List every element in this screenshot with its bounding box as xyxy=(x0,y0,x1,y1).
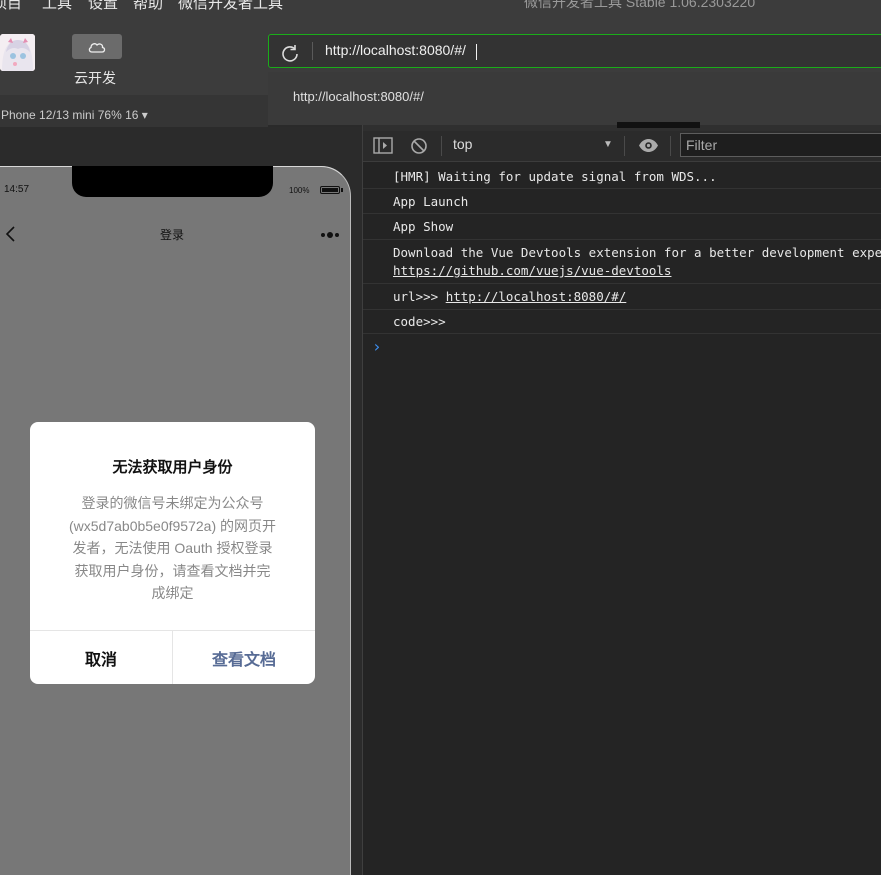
window-title: 微信开发者工具 Stable 1.06.2303220 xyxy=(524,0,756,10)
back-icon[interactable] xyxy=(4,226,18,242)
log-link[interactable]: https://github.com/vuejs/vue-devtools xyxy=(393,263,671,278)
modal-message-line: 登录的微信号未绑定为公众号 xyxy=(81,495,264,511)
toolbar-divider xyxy=(624,136,625,156)
devtools-active-tab[interactable] xyxy=(617,122,700,128)
phone-notch xyxy=(72,166,273,197)
cancel-button[interactable]: 取消 xyxy=(30,631,172,684)
console-prompt-icon[interactable]: › xyxy=(372,337,382,356)
view-docs-button[interactable]: 查看文档 xyxy=(173,631,315,684)
log-text: Download the Vue Devtools extension for … xyxy=(393,245,881,260)
menu-help[interactable]: 帮助 xyxy=(133,0,163,13)
log-text: App Show xyxy=(393,219,454,234)
sidebar-toggle-icon[interactable] xyxy=(373,137,393,154)
console-log-line: url>>> http://localhost:8080/#/ xyxy=(363,284,881,310)
context-select[interactable]: top xyxy=(453,136,472,152)
log-text: App Launch xyxy=(393,194,469,209)
log-link[interactable]: http://localhost:8080/#/ xyxy=(446,289,627,304)
status-time: 14:57 xyxy=(4,184,30,195)
console-log-line: [HMR] Waiting for update signal from WDS… xyxy=(363,165,881,189)
log-text: [HMR] Waiting for update signal from WDS… xyxy=(393,169,717,184)
clear-console-icon[interactable] xyxy=(410,137,428,155)
console-log-line: Download the Vue Devtools extension for … xyxy=(363,240,881,284)
chevron-down-icon[interactable]: ▼ xyxy=(603,139,613,150)
battery-tip xyxy=(341,188,343,192)
console-log-line: App Launch xyxy=(363,189,881,214)
modal-message-line: 发者，无法使用 Oauth 授权登录 xyxy=(72,540,273,556)
toolbar-divider xyxy=(670,136,671,156)
modal-message-line: 成绑定 xyxy=(151,585,194,601)
avatar[interactable] xyxy=(0,34,35,71)
menubar: 项目 工具 设置 帮助 微信开发者工具 微信开发者工具 Stable 1.06.… xyxy=(0,0,881,14)
url-input[interactable]: http://localhost:8080/#/ xyxy=(325,42,466,58)
console-log-line: App Show xyxy=(363,214,881,240)
menu-devtools[interactable]: 微信开发者工具 xyxy=(178,0,283,13)
modal-title: 无法获取用户身份 xyxy=(112,459,233,476)
modal-message-line: 获取用户身份，请查看文档并完 xyxy=(74,562,271,579)
page-title: 登录 xyxy=(160,228,185,242)
console-log-line: code>>> xyxy=(363,310,881,334)
reload-icon[interactable] xyxy=(280,43,300,63)
log-text: url>>> xyxy=(393,289,446,304)
battery-icon xyxy=(320,186,340,194)
filter-input[interactable]: Filter xyxy=(680,133,881,157)
modal-message-line: (wx5d7ab0b5e0f9572a) 的网页开 xyxy=(68,517,276,534)
status-battery-percent: 100% xyxy=(289,186,310,195)
url-suggestion-item[interactable]: http://localhost:8080/#/ xyxy=(293,89,424,104)
menu-tools[interactable]: 工具 xyxy=(42,0,72,13)
menu-settings[interactable]: 设置 xyxy=(88,0,118,13)
modal-message: 登录的微信号未绑定为公众号 (wx5d7ab0b5e0f9572a) 的网页开 … xyxy=(52,492,293,605)
log-text: code>>> xyxy=(393,314,446,329)
text-caret xyxy=(476,44,477,60)
eye-icon[interactable] xyxy=(638,138,659,153)
cloud-dev-label: 云开发 xyxy=(74,70,116,86)
device-selector[interactable]: Phone 12/13 mini 76% 16 ▾ xyxy=(1,108,148,122)
more-icon[interactable] xyxy=(320,230,342,240)
cloud-dev-button[interactable] xyxy=(72,34,122,59)
menu-project[interactable]: 项目 xyxy=(0,0,22,13)
toolbar-divider xyxy=(441,136,442,156)
address-divider xyxy=(312,42,313,60)
cloud-icon xyxy=(88,42,106,53)
